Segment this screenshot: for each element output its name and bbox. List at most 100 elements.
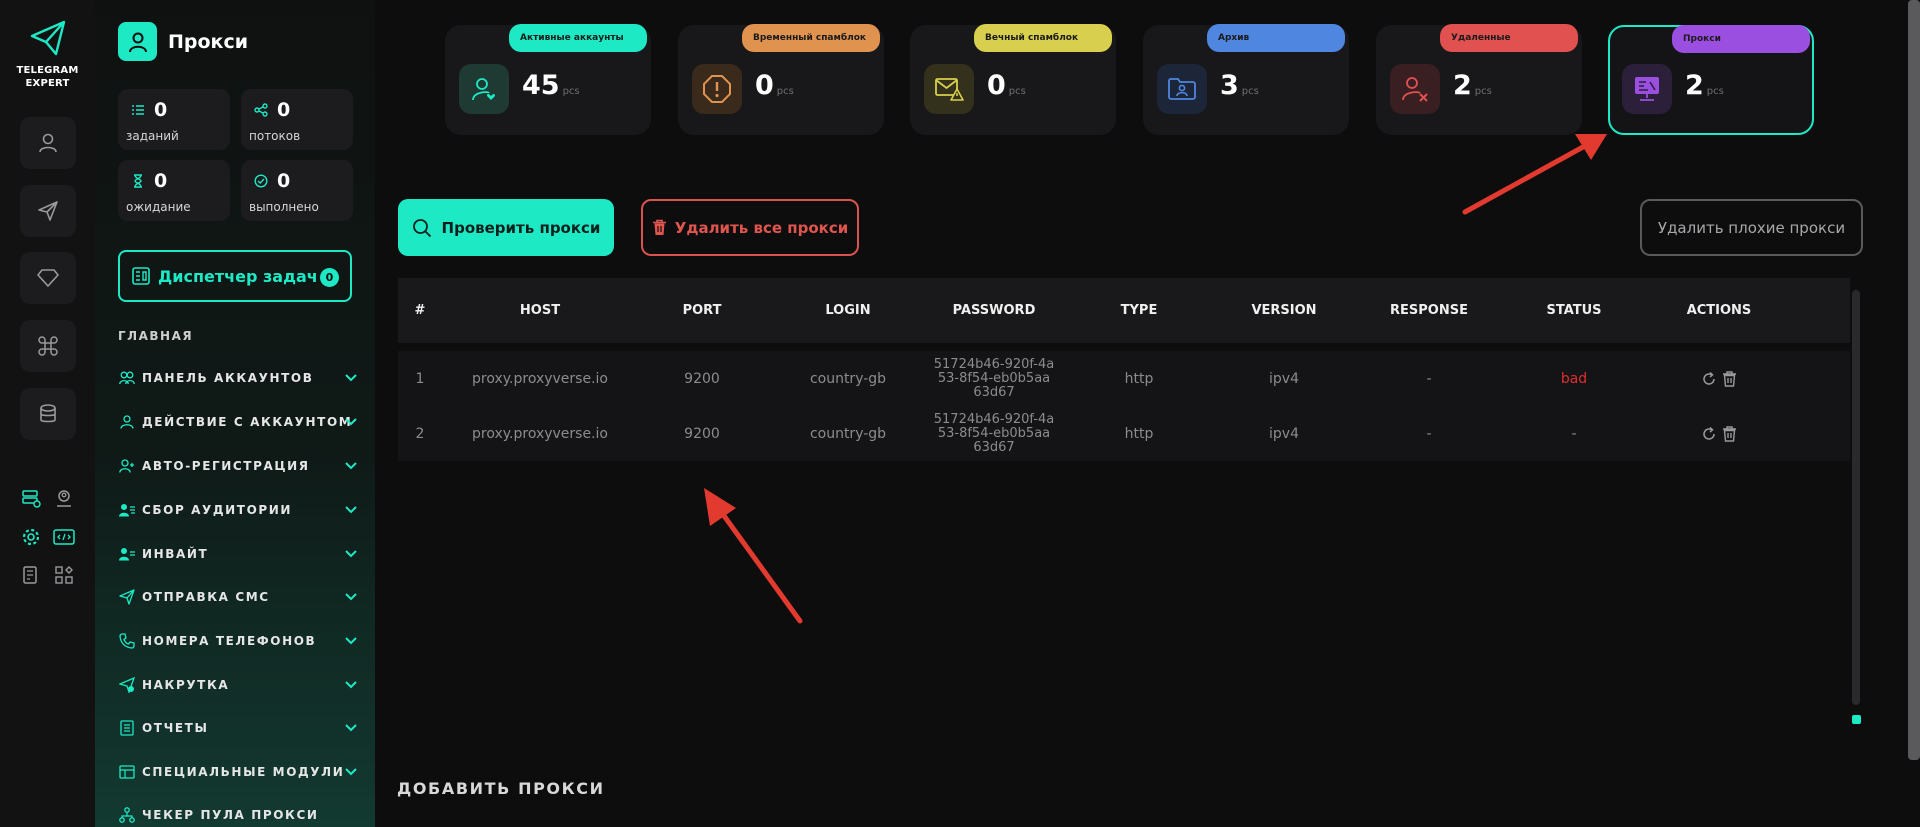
table-scrollbar[interactable] — [1852, 290, 1860, 705]
card-archive[interactable]: Архив 3 pcs — [1143, 24, 1349, 135]
card-deleted[interactable]: Удаленные 2 pcs — [1376, 24, 1582, 135]
table-resize-handle[interactable] — [1852, 715, 1861, 724]
stat-threads-value: 0 — [277, 99, 291, 121]
cell-login: country-gb — [809, 370, 887, 387]
refresh-icon[interactable] — [1701, 371, 1717, 387]
task-dispatcher-label: Диспетчер задач — [158, 266, 318, 286]
column-header[interactable]: STATUS — [1510, 303, 1638, 318]
chevron-down-icon — [345, 374, 357, 382]
nav-item-phone-numbers[interactable]: НОМЕРА ТЕЛЕФОНОВ — [118, 629, 358, 653]
app-logo[interactable]: TELEGRAM EXPERT — [0, 18, 95, 90]
rail-location-button[interactable] — [53, 487, 75, 509]
nav-item-label: НАКРУТКА — [142, 678, 230, 692]
user-icon — [39, 133, 57, 153]
refresh-icon[interactable] — [1701, 426, 1717, 442]
cell-actions — [1638, 425, 1800, 442]
card-active-accounts[interactable]: Активные аккаунты 45 pcs — [445, 24, 651, 135]
user-list-icon — [118, 501, 136, 519]
rail-database-button[interactable] — [20, 388, 76, 440]
column-header[interactable]: HOST — [442, 303, 638, 318]
nav-item-proxy-pool-checker[interactable]: ЧЕКЕР ПУЛА ПРОКСИ — [118, 803, 358, 827]
rail-premium-button[interactable] — [20, 252, 76, 304]
password-line: 53-8f54-eb0b5aa — [937, 425, 1051, 441]
logo-line-2: EXPERT — [25, 78, 70, 89]
column-header[interactable]: # — [398, 303, 442, 318]
card-permanent-spamblock[interactable]: Вечный спамблок 0 pcs — [910, 24, 1116, 135]
annotation-arrow-card — [1462, 134, 1607, 215]
cell-port: 9200 — [684, 425, 720, 442]
nav-item-accounts-panel[interactable]: ПАНЕЛЬ АККАУНТОВ — [118, 366, 358, 390]
nav-item-boost[interactable]: НАКРУТКА — [118, 673, 358, 697]
stat-done-value: 0 — [277, 170, 291, 192]
column-header[interactable]: ACTIONS — [1638, 303, 1800, 318]
password-line: 53-8f54-eb0b5aa — [937, 370, 1051, 386]
stat-tasks: 0 заданий — [118, 89, 230, 150]
rail-code-button[interactable] — [53, 526, 75, 548]
card-unit: pcs — [1474, 86, 1492, 97]
widgets-icon — [55, 566, 73, 584]
nav-item-invite[interactable]: ИНВАЙТ — [118, 542, 358, 566]
user-x-icon — [1390, 64, 1440, 114]
command-icon — [38, 336, 58, 356]
dashboard-icon — [132, 267, 150, 285]
table-row[interactable]: 2 proxy.proxyverse.io 9200 country-gb 51… — [398, 406, 1850, 461]
stat-tasks-value: 0 — [154, 99, 168, 121]
card-temp-spamblock[interactable]: Временный спамблок 0 pcs — [678, 24, 884, 135]
column-header[interactable]: PASSWORD — [930, 303, 1058, 318]
nav-item-label: ПАНЕЛЬ АККАУНТОВ — [142, 371, 314, 385]
nav-item-label: НОМЕРА ТЕЛЕФОНОВ — [142, 634, 317, 648]
trash-icon[interactable] — [1722, 425, 1737, 442]
nav-item-special-modules[interactable]: СПЕЦИАЛЬНЫЕ МОДУЛИ — [118, 760, 358, 784]
icon-rail: TELEGRAM EXPERT — [0, 0, 95, 827]
table-row[interactable]: 1 proxy.proxyverse.io 9200 country-gb 51… — [398, 351, 1850, 406]
nav-item-account-actions[interactable]: ДЕЙСТВИЕ С АККАУНТОМ — [118, 410, 358, 434]
hourglass-icon — [134, 174, 142, 188]
nav-item-sms-sending[interactable]: ОТПРАВКА СМС — [118, 585, 358, 609]
card-value-wrap: 2 pcs — [1453, 70, 1492, 101]
phone-icon — [118, 632, 136, 650]
rail-send-button[interactable] — [20, 185, 76, 237]
delete-all-proxy-label: Удалить все прокси — [674, 218, 849, 237]
rail-widgets-button[interactable] — [53, 564, 75, 586]
rail-server-button[interactable] — [20, 487, 42, 509]
card-unit: pcs — [1008, 86, 1026, 97]
page-scrollbar[interactable] — [1908, 0, 1920, 760]
card-label: Архив — [1207, 24, 1345, 52]
column-header[interactable]: RESPONSE — [1348, 303, 1510, 318]
rail-accounts-button[interactable] — [20, 117, 76, 169]
rail-command-button[interactable] — [20, 320, 76, 372]
side-menu: Прокси 0 заданий 0 потоков 0 ожидание 0 … — [95, 0, 375, 827]
card-value-wrap: 0 pcs — [755, 70, 794, 101]
send-icon — [118, 588, 136, 606]
stat-threads: 0 потоков — [241, 89, 353, 150]
rail-settings-button[interactable] — [20, 526, 42, 548]
delete-bad-proxy-button[interactable]: Удалить плохие прокси — [1640, 199, 1863, 256]
rail-logs-button[interactable] — [20, 564, 42, 586]
column-header[interactable]: TYPE — [1058, 303, 1220, 318]
add-proxy-title: ДОБАВИТЬ ПРОКСИ — [397, 779, 605, 798]
column-header[interactable]: PORT — [638, 303, 766, 318]
stat-done: 0 выполнено — [241, 160, 353, 221]
tasks-list-icon — [132, 105, 144, 115]
card-proxy[interactable]: Прокси 2 pcs — [1608, 25, 1814, 135]
cell-password: 51724b46-920f-4a 53-8f54-eb0b5aa 63d67 — [930, 412, 1058, 455]
delete-bad-proxy-label: Удалить плохие прокси — [1657, 218, 1846, 237]
column-header[interactable]: VERSION — [1220, 303, 1348, 318]
threads-share-icon — [254, 103, 268, 117]
modules-icon — [118, 763, 136, 781]
nav-item-auto-registration[interactable]: АВТО-РЕГИСТРАЦИЯ — [118, 454, 358, 478]
nav-item-label: ИНВАЙТ — [142, 547, 209, 561]
nav-item-reports[interactable]: ОТЧЕТЫ — [118, 716, 358, 740]
users-icon — [118, 369, 136, 387]
chevron-down-icon — [345, 506, 357, 514]
check-proxy-button[interactable]: Проверить прокси — [398, 199, 614, 256]
task-dispatcher-button[interactable]: Диспетчер задач 0 — [118, 250, 352, 302]
delete-all-proxy-button[interactable]: Удалить все прокси — [641, 199, 859, 256]
trash-icon[interactable] — [1722, 370, 1737, 387]
card-unit: pcs — [1706, 86, 1724, 97]
logo-line-1: TELEGRAM — [16, 65, 79, 76]
column-header[interactable]: LOGIN — [766, 303, 930, 318]
nav-item-audience-collection[interactable]: СБОР АУДИТОРИИ — [118, 498, 358, 522]
cell-version: ipv4 — [1269, 370, 1299, 387]
code-window-icon — [53, 529, 75, 545]
